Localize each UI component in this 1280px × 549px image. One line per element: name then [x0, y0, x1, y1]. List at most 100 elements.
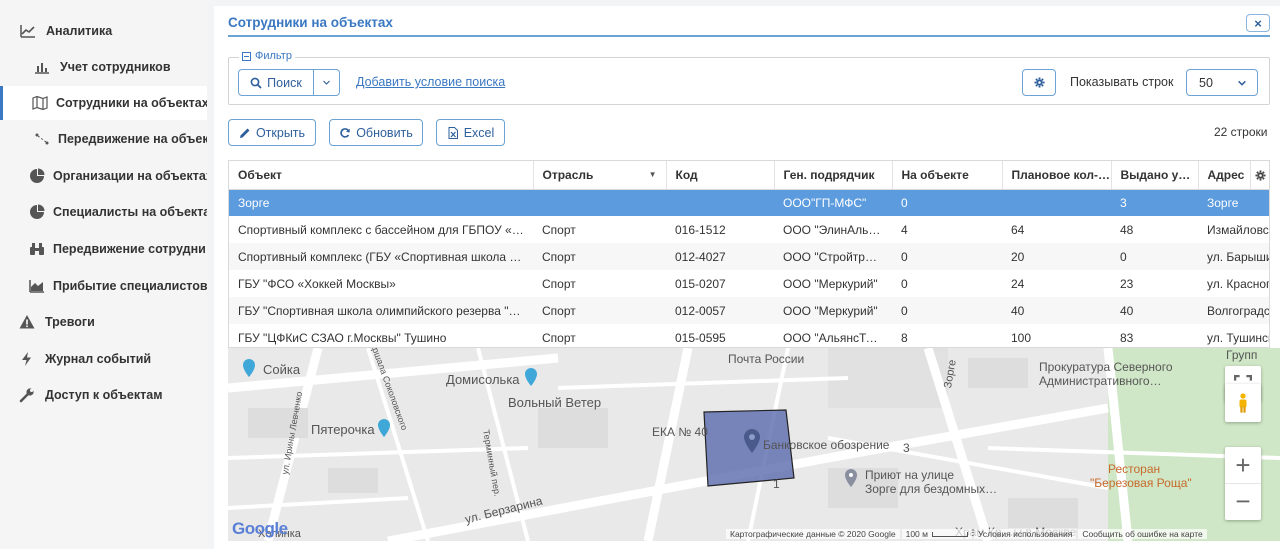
rows-per-page-select[interactable]: 50	[1186, 69, 1258, 96]
table-row[interactable]: Спортивный комплекс (ГБУ «Спортивная шко…	[229, 243, 1269, 270]
search-button[interactable]: Поиск	[238, 69, 314, 96]
search-dropdown-button[interactable]	[313, 69, 340, 96]
main-panel: Сотрудники на объектах × Фильтр Поиск До…	[214, 6, 1280, 549]
column-header-contractor[interactable]: Ген. подрядчик	[774, 161, 893, 190]
table-row[interactable]: ГБУ "ЦФКиС СЗАО г.Москвы" Тушино Спорт 015…	[229, 324, 1269, 347]
settings-button[interactable]	[1022, 69, 1056, 96]
map-view[interactable]: Почта России Сойка Домисолька Вольный Ве…	[228, 348, 1280, 541]
sidebar-item-specialist-arrival[interactable]: Прибытие специалистов	[0, 269, 207, 303]
map-label-bank: Банковское обозрение	[763, 438, 890, 452]
add-search-condition-link[interactable]: Добавить условие поиска	[356, 75, 505, 89]
map-label-grupa: Групп	[1226, 348, 1258, 362]
map-label-volny: Вольный Ветер	[508, 395, 602, 410]
map-label-eka: ЕКА № 40	[652, 425, 708, 439]
column-header-code[interactable]: Код	[666, 161, 775, 190]
map-label-n1: 3	[903, 441, 910, 455]
street-view-button[interactable]	[1225, 384, 1261, 422]
refresh-icon	[340, 127, 350, 138]
table-row[interactable]: Зорге ООО"ГП-МФС" 0 3 Зорге	[229, 189, 1269, 216]
zoom-out-button[interactable]: −	[1225, 484, 1261, 520]
map-icon	[32, 95, 48, 111]
google-logo: Google	[232, 519, 288, 538]
sidebar-item-alarms[interactable]: Тревоги	[0, 305, 207, 339]
sidebar-item-object-access[interactable]: Доступ к объектам	[0, 378, 207, 412]
store-pin-icon	[378, 419, 390, 437]
sidebar-item-label: Учет сотрудников	[60, 60, 171, 74]
sidebar-item-specialists-on-objects[interactable]: Специалисты на объектах	[0, 195, 207, 229]
location-pin-icon[interactable]	[741, 428, 763, 454]
column-header-industry[interactable]: Отрасль ▼	[533, 161, 667, 190]
column-header-issued[interactable]: Выдано у…	[1111, 161, 1199, 190]
refresh-button-label: Обновить	[356, 125, 413, 140]
line-chart-icon	[18, 23, 38, 39]
excel-button-label: Excel	[463, 125, 495, 140]
map-copyright: Картографические данные © 2020 Google	[726, 529, 900, 539]
sort-desc-icon[interactable]: ▼	[649, 170, 657, 179]
map-label-soyka: Сойка	[263, 362, 301, 377]
location-pin-icon	[845, 469, 857, 487]
close-button[interactable]: ×	[1246, 14, 1270, 32]
store-pin-icon	[243, 359, 255, 377]
wrench-icon	[17, 387, 37, 403]
map-label-domisolka: Домисолька	[446, 372, 520, 387]
pencil-icon	[239, 128, 250, 138]
sidebar-item-label: Прибытие специалистов	[53, 279, 207, 293]
refresh-button[interactable]: Обновить	[329, 119, 423, 146]
map-report-link[interactable]: Сообщить об ошибке на карте	[1078, 529, 1207, 539]
chevron-down-icon	[323, 80, 330, 85]
map-terms-link[interactable]: Условия использования	[973, 529, 1077, 539]
search-button-label: Поиск	[267, 75, 302, 90]
sidebar-item-employees-on-objects[interactable]: Сотрудники на объектах	[0, 86, 207, 120]
sidebar-item-label: Передвижение на объек.	[58, 132, 207, 146]
sidebar-item-label: Организации на объектах	[53, 169, 207, 183]
sidebar-item-label: Специалисты на объектах	[53, 205, 207, 219]
sidebar-item-label: Доступ к объектам	[45, 388, 163, 402]
binoculars-icon	[29, 241, 45, 257]
column-header-object[interactable]: Объект	[229, 161, 534, 190]
filter-legend-label: Фильтр	[255, 50, 292, 62]
sidebar-item-movement-objects[interactable]: Передвижение на объек.	[0, 122, 207, 156]
excel-button[interactable]: Excel	[436, 119, 505, 146]
map-label-pyaterochka: Пятерочка	[311, 422, 375, 437]
map-label-n2: 1	[773, 477, 780, 491]
sidebar-item-employee-movement[interactable]: Передвижение сотрудни…	[0, 232, 207, 266]
sidebar-item-label: Передвижение сотрудни…	[53, 242, 207, 256]
map-scale[interactable]: 100 м	[901, 529, 972, 539]
column-header-planned[interactable]: Плановое кол-…	[1002, 161, 1112, 190]
row-count: 22 строки	[1214, 125, 1268, 139]
zoom-in-button[interactable]: +	[1225, 448, 1261, 484]
bar-chart-icon	[32, 59, 52, 75]
pegman-icon	[1239, 393, 1247, 413]
filter-panel: Фильтр Поиск Добавить условие поиска Пок…	[228, 50, 1270, 105]
store-pin-icon	[525, 368, 537, 386]
gear-icon	[1255, 169, 1266, 181]
column-header-on-object[interactable]: На объекте	[892, 161, 1003, 190]
sidebar-item-label: Сотрудники на объектах	[56, 96, 207, 110]
pie-chart-icon	[29, 204, 45, 220]
table-row[interactable]: ГБУ "ФСО «Хоккей Москвы» Спорт 015-0207 ООО…	[229, 270, 1269, 297]
route-icon	[34, 131, 50, 147]
data-table: Объект Отрасль ▼ Код Ген. подрядчик На об…	[228, 160, 1270, 348]
sidebar-item-event-log[interactable]: Журнал событий	[0, 342, 207, 376]
open-button-label: Открыть	[255, 125, 306, 140]
page-title: Сотрудники на объектах	[228, 15, 393, 30]
map-label-pochta: Почта России	[728, 352, 805, 366]
table-row[interactable]: ГБУ "Спортивная школа олимпийского резер…	[229, 297, 1269, 324]
file-excel-icon	[448, 126, 458, 139]
open-button[interactable]: Открыть	[228, 119, 316, 146]
sidebar-item-label: Журнал событий	[45, 352, 152, 366]
table-row[interactable]: Спортивный комплекс с бассейном для ГБПО…	[229, 216, 1269, 243]
sidebar-item-label: Аналитика	[46, 24, 113, 38]
bolt-icon	[17, 351, 37, 367]
column-settings-button[interactable]	[1250, 161, 1269, 189]
collapse-icon	[242, 51, 251, 61]
sidebar-item-organizations-on-objects[interactable]: Организации на объектах	[0, 159, 207, 193]
sidebar-item-analytics[interactable]: Аналитика	[0, 14, 207, 48]
sidebar-item-label: Тревоги	[45, 315, 95, 329]
sidebar-item-employee-accounting[interactable]: Учет сотрудников	[0, 50, 207, 84]
map-label-prokuratura: Прокуратура Северного Административного…	[1039, 360, 1173, 388]
rows-per-page-value: 50	[1199, 75, 1213, 90]
filter-legend[interactable]: Фильтр	[239, 50, 295, 62]
search-icon	[250, 77, 262, 89]
warning-icon	[17, 314, 37, 330]
